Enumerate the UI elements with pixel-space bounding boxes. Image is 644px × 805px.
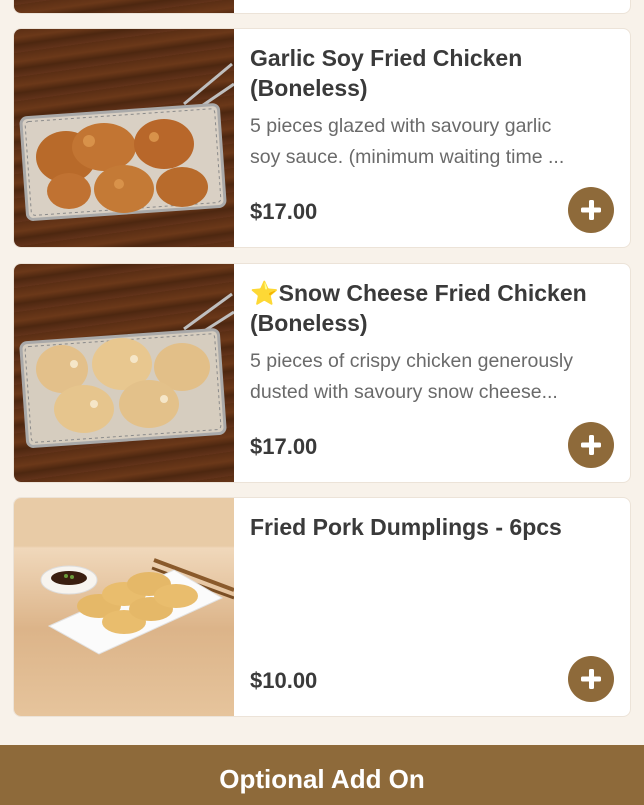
menu-item-info: Fried Pork Dumplings - 6pcs $10.00 <box>234 498 630 716</box>
snow-cheese-chicken-basket-image <box>14 264 234 482</box>
plus-icon <box>581 200 601 220</box>
menu-item-price: $10.00 <box>250 668 318 693</box>
menu-item-description: soy sauce. (minimum waiting time ... <box>250 146 565 168</box>
menu-item-price: $17.00 <box>250 434 318 459</box>
optional-add-on-section-header[interactable]: Optional Add On <box>0 745 644 805</box>
menu-item-card-previous[interactable] <box>13 0 631 14</box>
menu-item-title: Garlic Soy Fried Chicken (Boneless) <box>250 45 523 101</box>
add-to-cart-button[interactable] <box>568 187 614 233</box>
menu-item-info: Garlic Soy Fried Chicken (Boneless) 5 pi… <box>234 29 630 247</box>
menu-item-title: Fried Pork Dumplings - 6pcs <box>250 514 562 540</box>
menu-item-image <box>14 0 234 13</box>
plus-icon <box>581 435 601 455</box>
menu-item-info: ⭐Snow Cheese Fried Chicken (Boneless) 5 … <box>234 264 630 482</box>
pork-dumplings-plate-image <box>14 498 234 716</box>
menu-item-card[interactable]: ⭐Snow Cheese Fried Chicken (Boneless) 5 … <box>13 263 631 483</box>
menu-item-card[interactable]: Fried Pork Dumplings - 6pcs $10.00 <box>13 497 631 717</box>
menu-item-description: 5 pieces glazed with savoury garlic <box>250 115 552 137</box>
menu-item-title: ⭐Snow Cheese Fried Chicken (Boneless) <box>250 280 587 336</box>
fried-chicken-basket-image <box>14 29 234 247</box>
add-to-cart-button[interactable] <box>568 656 614 702</box>
star-icon: ⭐ <box>250 280 279 306</box>
menu-item-price: $17.00 <box>250 199 318 224</box>
menu-item-card[interactable]: Garlic Soy Fried Chicken (Boneless) 5 pi… <box>13 28 631 248</box>
menu-item-description: dusted with savoury snow cheese... <box>250 381 558 403</box>
plus-icon <box>581 669 601 689</box>
menu-item-description: 5 pieces of crispy chicken generously <box>250 350 573 372</box>
add-to-cart-button[interactable] <box>568 422 614 468</box>
